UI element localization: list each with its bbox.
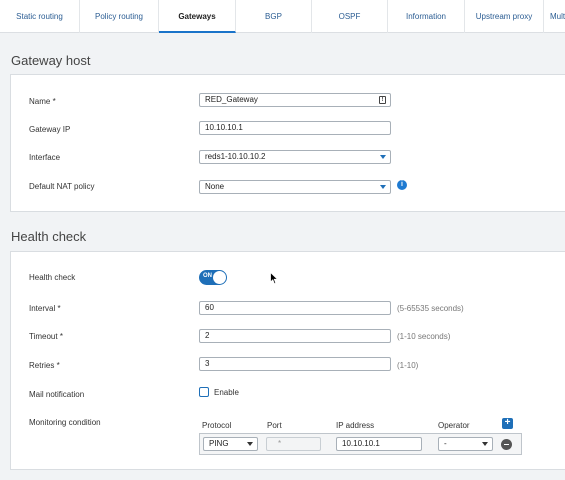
protocol-select[interactable]: PING — [203, 437, 258, 451]
timeout-label: Timeout * — [29, 332, 63, 341]
tab-gateways[interactable]: Gateways — [159, 0, 236, 33]
tab-static-routing[interactable]: Static routing — [0, 0, 80, 33]
tab-ospf[interactable]: OSPF — [312, 0, 388, 33]
interval-label: Interval * — [29, 304, 61, 313]
toggle-state-text: ON — [203, 273, 212, 279]
column-port: Port — [267, 421, 282, 430]
interval-input[interactable]: 60 — [199, 301, 391, 315]
column-ip-address: IP address — [336, 421, 375, 430]
column-protocol: Protocol — [202, 421, 232, 430]
mail-notification-checkbox[interactable] — [199, 387, 209, 397]
monitoring-condition-label: Monitoring condition — [29, 418, 101, 427]
info-icon[interactable]: i — [397, 180, 407, 190]
interface-value: reds1-10.10.10.2 — [205, 152, 266, 161]
timeout-hint: (1-10 seconds) — [397, 332, 451, 341]
nat-policy-select[interactable]: None — [199, 180, 391, 194]
mail-notification-enable-label: Enable — [214, 388, 239, 397]
tab-bgp[interactable]: BGP — [236, 0, 312, 33]
tab-multi[interactable]: Multi — [544, 0, 565, 33]
retries-label: Retries * — [29, 361, 60, 370]
gateway-ip-value: 10.10.10.1 — [205, 123, 243, 132]
chevron-down-icon — [380, 155, 386, 159]
chevron-down-icon — [380, 185, 386, 189]
interval-value: 60 — [205, 303, 214, 312]
interface-label: Interface — [29, 153, 61, 162]
add-row-icon[interactable]: + — [502, 418, 513, 429]
operator-select[interactable]: - — [438, 437, 493, 451]
timeout-input[interactable]: 2 — [199, 329, 391, 343]
port-input: * — [266, 437, 321, 451]
tab-policy-routing[interactable]: Policy routing — [80, 0, 159, 33]
tab-upstream-proxy[interactable]: Upstream proxy — [465, 0, 544, 33]
toggle-knob — [213, 271, 226, 284]
name-label: Name * — [29, 97, 56, 106]
retries-hint: (1-10) — [397, 361, 419, 370]
chevron-down-icon — [482, 442, 488, 446]
health-check-label: Health check — [29, 273, 76, 282]
chevron-down-icon — [247, 442, 253, 446]
name-input[interactable]: RED_Gateway ! — [199, 93, 391, 107]
name-value: RED_Gateway — [205, 95, 258, 104]
table-row: PING * 10.10.10.1 - — [199, 433, 522, 455]
timeout-value: 2 — [205, 331, 210, 340]
operator-value: - — [444, 439, 447, 448]
mail-notification-label: Mail notification — [29, 390, 85, 399]
protocol-value: PING — [209, 439, 229, 448]
nat-policy-value: None — [205, 182, 225, 191]
gateway-host-title: Gateway host — [11, 53, 91, 68]
health-check-title: Health check — [11, 229, 87, 244]
ip-address-input[interactable]: 10.10.10.1 — [336, 437, 422, 451]
retries-input[interactable]: 3 — [199, 357, 391, 371]
nat-policy-label: Default NAT policy — [29, 182, 95, 191]
tab-information[interactable]: Information — [388, 0, 465, 33]
monitoring-table: Protocol Port IP address Operator + PING… — [199, 418, 529, 461]
column-operator: Operator — [438, 421, 470, 430]
health-check-toggle[interactable]: ON — [199, 270, 227, 285]
interval-hint: (5-65535 seconds) — [397, 304, 464, 313]
remove-row-icon[interactable] — [501, 439, 512, 450]
retries-value: 3 — [205, 359, 210, 368]
port-value: * — [278, 439, 282, 448]
mouse-cursor-icon — [270, 272, 279, 285]
gateway-ip-input[interactable]: 10.10.10.1 — [199, 121, 391, 135]
interface-select[interactable]: reds1-10.10.10.2 — [199, 150, 391, 164]
ip-address-value: 10.10.10.1 — [342, 439, 380, 448]
tab-bar: Static routing Policy routing Gateways B… — [0, 0, 565, 33]
gateway-ip-label: Gateway IP — [29, 125, 71, 134]
password-manager-icon[interactable]: ! — [379, 96, 386, 104]
